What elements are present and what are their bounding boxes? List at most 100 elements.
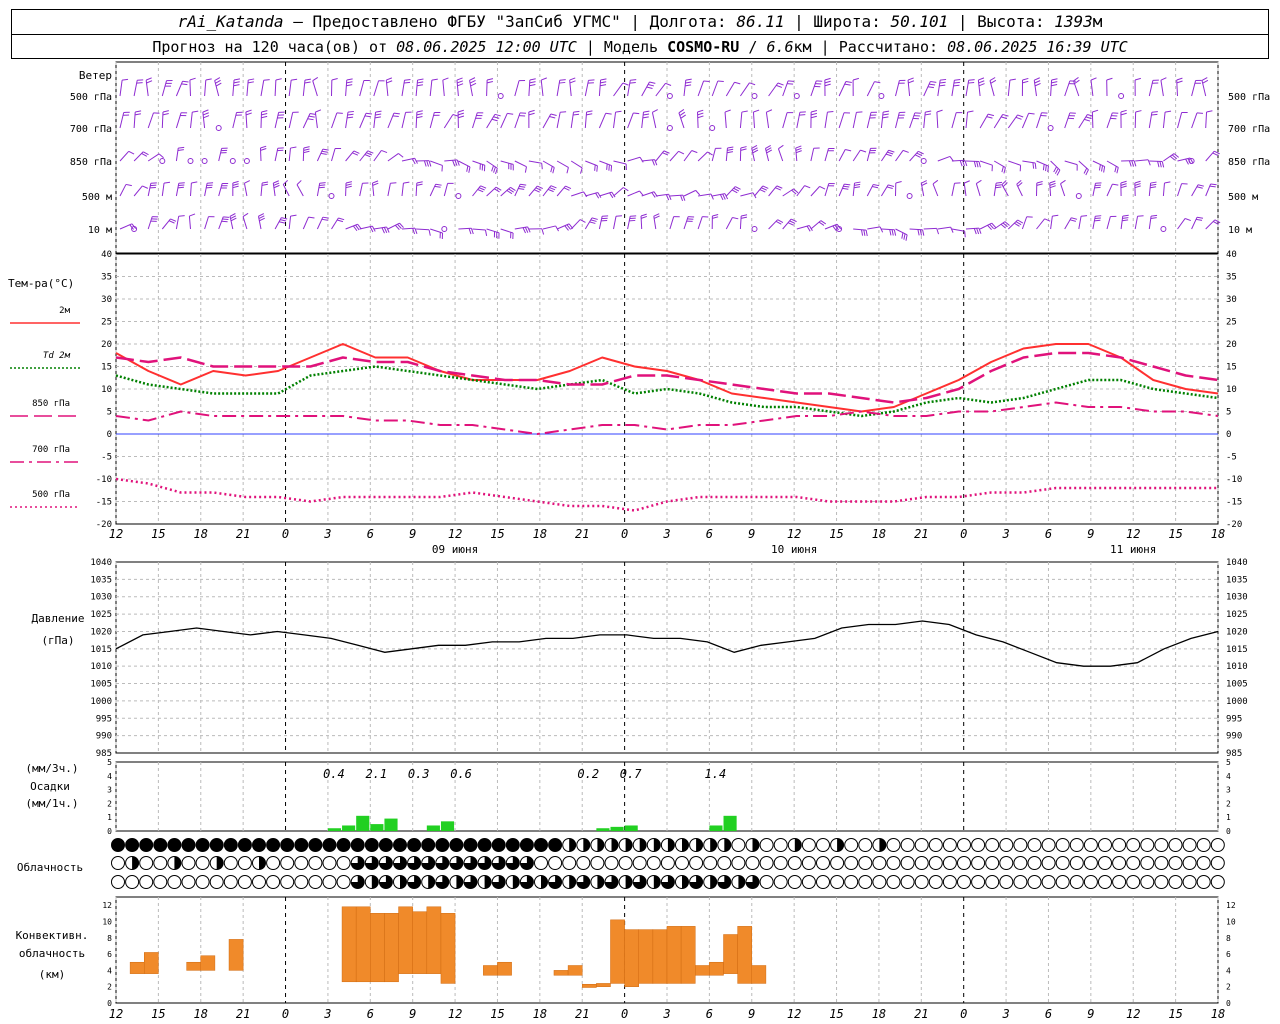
precip-total-label: 1.4 xyxy=(705,767,727,781)
conv-bar xyxy=(680,926,696,984)
wind-barb-feather xyxy=(976,179,982,184)
wind-barb xyxy=(188,213,196,230)
cloud-symbol xyxy=(999,875,1014,889)
wind-barb xyxy=(852,149,867,162)
wind-barb xyxy=(416,160,432,167)
wind-barb-staff xyxy=(711,80,719,97)
wind-barb-feather xyxy=(1151,214,1158,217)
wind-barb-feather xyxy=(372,180,379,184)
wind-barb-feather xyxy=(170,218,177,222)
wind-barb xyxy=(1148,181,1157,197)
cloud-symbol xyxy=(1069,838,1084,852)
wind-barb-staff xyxy=(852,112,857,129)
wind-barb xyxy=(161,218,177,230)
cloud-circle xyxy=(534,838,548,852)
wind-barb xyxy=(373,110,382,129)
wind-barb-feather xyxy=(315,109,322,113)
cloud-symbol xyxy=(1041,856,1056,870)
wind-barb xyxy=(1177,111,1188,129)
wind-barb-feather xyxy=(280,219,287,222)
cloud-symbol xyxy=(252,838,266,852)
wind-barb xyxy=(260,110,268,129)
temp-legend-label: 700 гПа xyxy=(32,445,70,455)
cloud-sector xyxy=(132,856,139,870)
wind-barb xyxy=(401,157,418,165)
wind-barb-feather xyxy=(1114,166,1117,173)
wind-barb-staff xyxy=(697,216,703,230)
cloud-symbol xyxy=(576,856,591,870)
wind-barb-feather xyxy=(1184,218,1191,222)
wind-barb-feather xyxy=(442,77,449,81)
wind-barb-feather xyxy=(1134,183,1141,186)
wind-barb-feather xyxy=(559,81,566,84)
cloud-circle xyxy=(759,856,774,870)
wind-barb xyxy=(1007,78,1016,97)
pressure-ytick-right: 1040 xyxy=(1226,558,1248,568)
wind-barb-feather xyxy=(1022,77,1029,81)
cloud-sector xyxy=(400,875,407,889)
temp-xtick-label: 12 xyxy=(1126,527,1140,541)
cloud-circle xyxy=(957,856,971,870)
wind-barb xyxy=(1176,77,1183,97)
wind-barb xyxy=(1163,153,1180,162)
wind-barb xyxy=(895,149,909,162)
cloud-circle xyxy=(1140,838,1155,852)
cloud-symbol xyxy=(562,875,577,889)
cloud-circle xyxy=(308,838,323,852)
wind-barb xyxy=(838,81,852,97)
wind-barb-feather xyxy=(1083,167,1088,174)
cloud-symbol xyxy=(632,856,647,870)
wind-barb-feather xyxy=(679,111,686,116)
cloud-symbol xyxy=(745,856,760,870)
pressure-ytick-left: 1030 xyxy=(90,593,112,603)
wind-level-label-left: 700 гПа xyxy=(70,124,112,135)
wind-barb-feather xyxy=(319,184,326,187)
cloud-sector xyxy=(667,838,675,852)
cloud-circle xyxy=(675,856,689,870)
wind-barb-feather xyxy=(134,113,141,116)
wind-level-label-left: 500 гПа xyxy=(70,92,112,103)
cloud-symbol xyxy=(548,838,563,852)
wind-barb xyxy=(782,112,794,129)
wind-barb xyxy=(951,112,963,129)
wind-barb xyxy=(1036,112,1048,129)
wind-barb xyxy=(678,109,686,129)
wind-barb-staff xyxy=(724,112,727,129)
wind-barb-feather xyxy=(731,189,738,194)
wind-barb-feather xyxy=(1196,218,1203,221)
wind-barb-feather xyxy=(647,84,655,87)
wind-barb-feather xyxy=(398,153,404,158)
wind-barb-feather xyxy=(953,84,960,87)
cloud-circle xyxy=(195,875,210,889)
temp-ytick-left: -5 xyxy=(101,453,112,463)
conv-bar xyxy=(355,906,371,983)
conv-bar xyxy=(638,929,654,984)
cloud-circle xyxy=(252,875,266,889)
wind-barb xyxy=(613,82,629,97)
wind-barb-feather xyxy=(914,154,921,158)
conv-ytick-right: 10 xyxy=(1226,917,1236,926)
wind-barb-feather xyxy=(457,112,465,116)
wind-barb-staff xyxy=(161,183,165,197)
precip-bar xyxy=(709,825,723,831)
wind-barb-staff xyxy=(387,153,399,162)
wind-barb xyxy=(880,110,890,129)
cloud-symbol xyxy=(590,856,605,870)
cloud-symbol xyxy=(830,856,845,870)
wind-barb-feather xyxy=(417,78,424,81)
cloud-circle xyxy=(125,838,140,852)
cloud-sector xyxy=(879,838,886,852)
wind-barb-feather xyxy=(924,113,931,116)
wind-barb xyxy=(345,78,353,97)
wind-barb xyxy=(963,180,970,197)
cloud-circle xyxy=(1210,875,1225,889)
wind-barb xyxy=(909,112,921,129)
cloud-symbol xyxy=(167,875,182,889)
wind-barb xyxy=(683,189,701,197)
cloud-symbol xyxy=(449,856,464,870)
conv-xtick-label: 6 xyxy=(1045,1007,1052,1021)
wind-barb-staff xyxy=(951,112,957,129)
cloud-symbol xyxy=(660,856,675,870)
wind-barb xyxy=(472,112,484,129)
wind-calm-mark xyxy=(441,226,448,232)
